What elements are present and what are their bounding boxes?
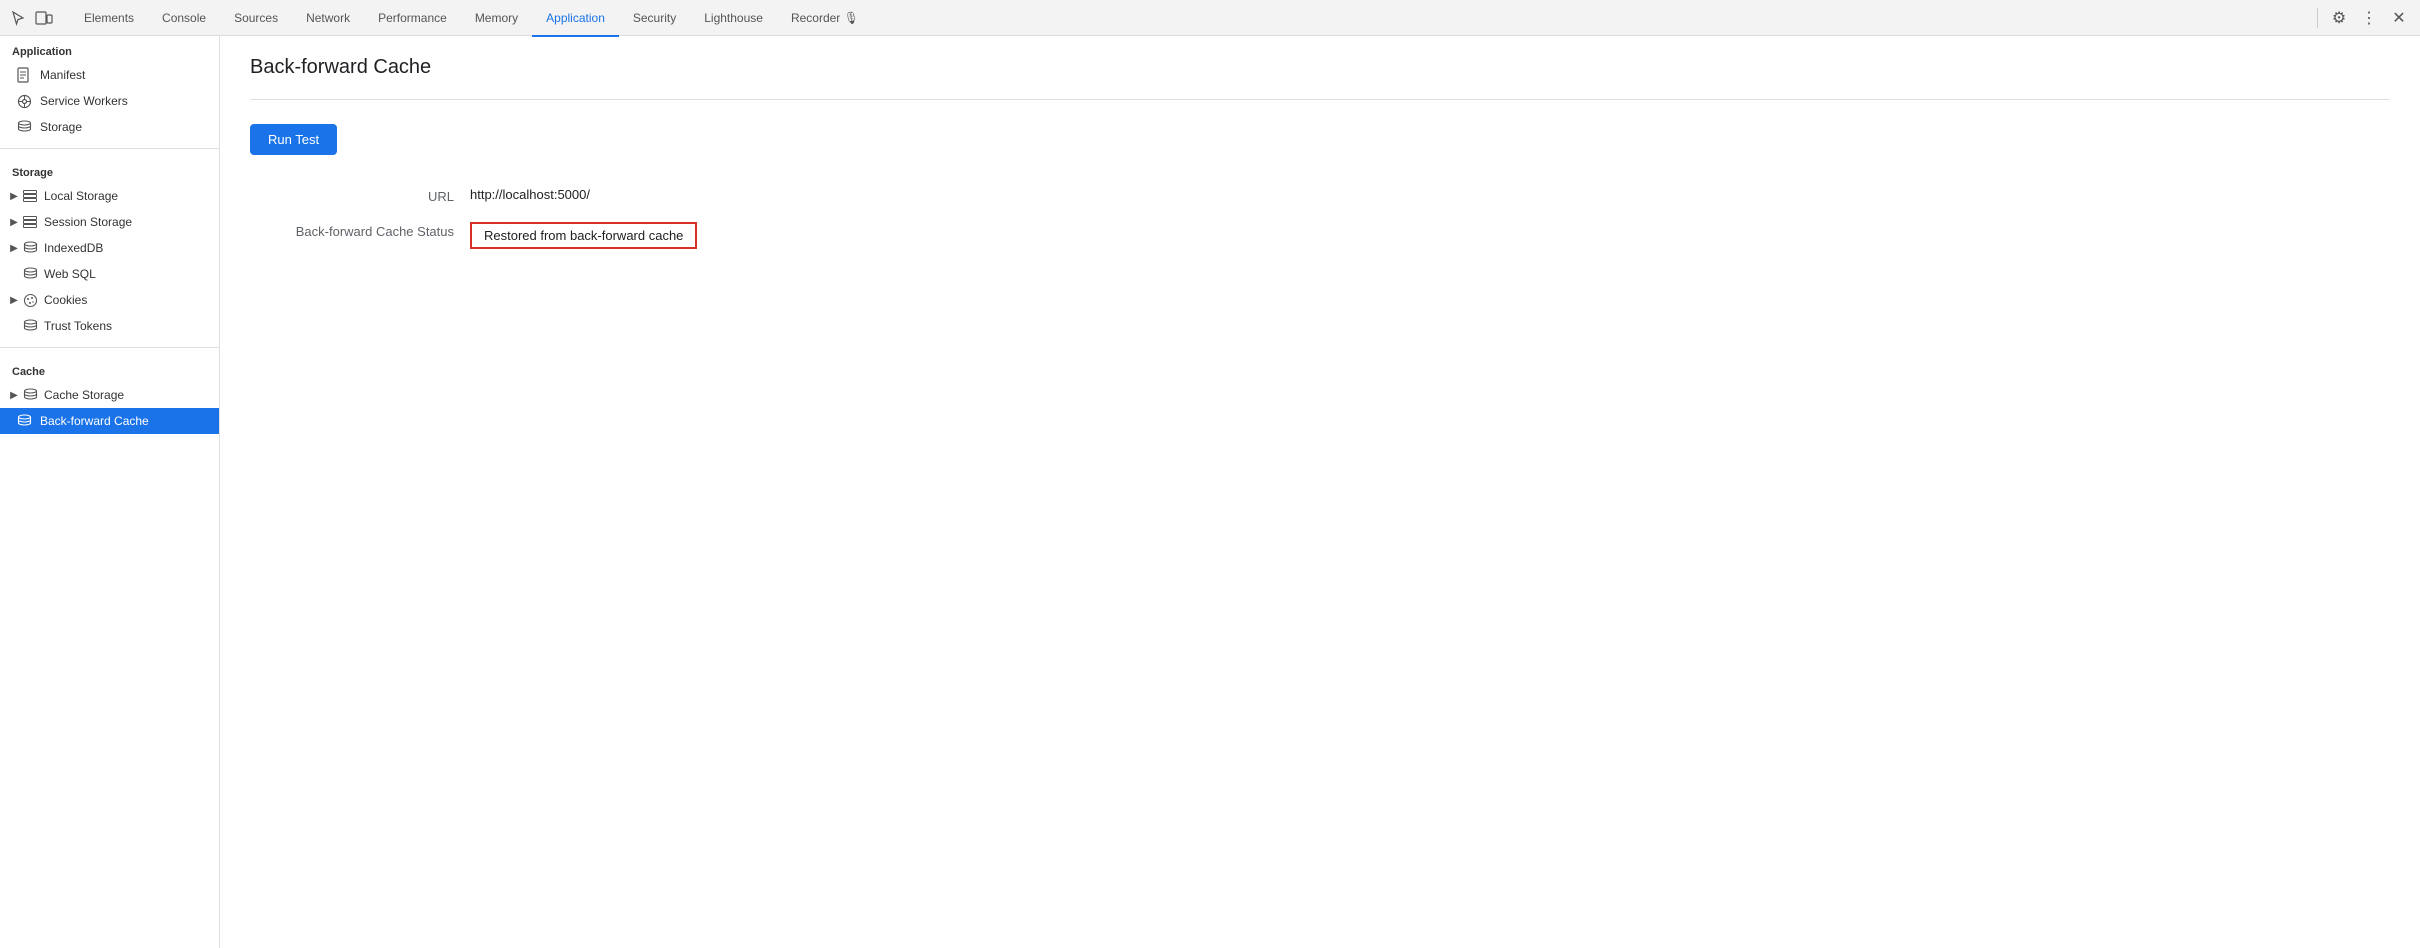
local-storage-icon <box>22 188 38 204</box>
tab-application[interactable]: Application <box>532 1 619 37</box>
tab-elements[interactable]: Elements <box>70 1 148 37</box>
tab-bar: ElementsConsoleSourcesNetworkPerformance… <box>0 0 2420 36</box>
arrow-local-storage: ▶ <box>6 188 22 204</box>
tab-lighthouse[interactable]: Lighthouse <box>690 1 777 37</box>
storage-app-icon <box>16 119 32 135</box>
arrow-session-storage: ▶ <box>6 214 22 230</box>
storage-app-label: Storage <box>40 120 82 134</box>
sidebar-item-cache-storage[interactable]: ▶ Cache Storage <box>0 382 219 408</box>
tab-security[interactable]: Security <box>619 1 690 37</box>
indexed-db-icon <box>22 240 38 256</box>
session-storage-icon <box>22 214 38 230</box>
cache-status-label: Back-forward Cache Status <box>250 222 470 239</box>
arrow-indexed-db: ▶ <box>6 240 22 256</box>
web-sql-label: Web SQL <box>44 267 96 281</box>
arrow-cookies: ▶ <box>6 292 22 308</box>
main-layout: Application Manifest <box>0 36 2420 948</box>
sidebar-item-service-workers[interactable]: Service Workers <box>0 88 219 114</box>
separator <box>2317 8 2318 28</box>
sidebar-item-trust-tokens[interactable]: ▶ Trust Tokens <box>0 313 219 339</box>
sidebar-item-storage-app[interactable]: Storage <box>0 114 219 140</box>
service-workers-label: Service Workers <box>40 94 128 108</box>
toolbar-actions: ⚙ ⋮ ✕ <box>2313 5 2412 31</box>
url-value: http://localhost:5000/ <box>470 187 590 202</box>
tab-sources[interactable]: Sources <box>220 1 292 37</box>
sidebar: Application Manifest <box>0 36 220 948</box>
cache-section-label: Cache <box>0 356 219 382</box>
tab-performance[interactable]: Performance <box>364 1 461 37</box>
indexed-db-label: IndexedDB <box>44 241 103 255</box>
back-forward-cache-icon <box>16 413 32 429</box>
tab-list: ElementsConsoleSourcesNetworkPerformance… <box>70 0 873 35</box>
sidebar-item-web-sql[interactable]: ▶ Web SQL <box>0 261 219 287</box>
url-label: URL <box>250 187 470 204</box>
sidebar-item-indexed-db[interactable]: ▶ IndexedDB <box>0 235 219 261</box>
cache-storage-icon <box>22 387 38 403</box>
divider-1 <box>0 148 219 149</box>
content-divider <box>250 99 2390 100</box>
page-title: Back-forward Cache <box>250 56 2390 79</box>
cursor-icon[interactable] <box>8 8 28 28</box>
cache-status-row: Back-forward Cache Status Restored from … <box>250 222 2390 249</box>
local-storage-label: Local Storage <box>44 189 118 203</box>
web-sql-icon <box>22 266 38 282</box>
content-area: Back-forward Cache Run Test URL http://l… <box>220 36 2420 948</box>
cookies-icon <box>22 292 38 308</box>
tab-memory[interactable]: Memory <box>461 1 532 37</box>
tab-network[interactable]: Network <box>292 1 364 37</box>
tab-recorder[interactable]: Recorder 🎙 <box>777 1 873 37</box>
url-row: URL http://localhost:5000/ <box>250 187 2390 204</box>
manifest-label: Manifest <box>40 68 85 82</box>
cache-status-value: Restored from back-forward cache <box>470 222 697 249</box>
trust-tokens-icon <box>22 318 38 334</box>
cookies-label: Cookies <box>44 293 87 307</box>
session-storage-label: Session Storage <box>44 215 132 229</box>
divider-2 <box>0 347 219 348</box>
storage-section-label: Storage <box>0 157 219 183</box>
cache-storage-label: Cache Storage <box>44 388 124 402</box>
trust-tokens-label: Trust Tokens <box>44 319 112 333</box>
sidebar-item-back-forward-cache[interactable]: Back-forward Cache <box>0 408 219 434</box>
more-options-icon[interactable]: ⋮ <box>2356 5 2382 31</box>
sidebar-item-local-storage[interactable]: ▶ Local Storage <box>0 183 219 209</box>
sidebar-item-cookies[interactable]: ▶ Cookies <box>0 287 219 313</box>
device-toggle-icon[interactable] <box>34 8 54 28</box>
service-workers-icon <box>16 93 32 109</box>
close-icon[interactable]: ✕ <box>2386 5 2412 31</box>
toolbar-icons <box>8 8 54 28</box>
tab-console[interactable]: Console <box>148 1 220 37</box>
run-test-button[interactable]: Run Test <box>250 124 337 155</box>
sidebar-item-session-storage[interactable]: ▶ Session Storage <box>0 209 219 235</box>
back-forward-cache-label: Back-forward Cache <box>40 414 149 428</box>
manifest-icon <box>16 67 32 83</box>
sidebar-item-manifest[interactable]: Manifest <box>0 62 219 88</box>
settings-icon[interactable]: ⚙ <box>2326 5 2352 31</box>
application-section-label: Application <box>0 36 219 62</box>
arrow-cache-storage: ▶ <box>6 387 22 403</box>
